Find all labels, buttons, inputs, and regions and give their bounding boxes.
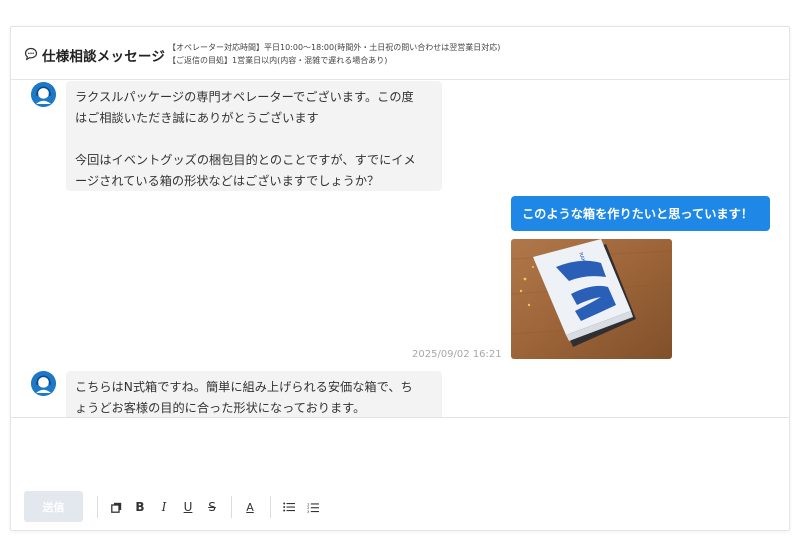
message-composer: 送信 B I U S A 1 2 3	[11, 417, 789, 530]
send-button[interactable]: 送信	[24, 491, 83, 522]
underline-button[interactable]: U	[178, 496, 198, 518]
user-message-bubble: このような箱を作りたいと思っています！	[511, 196, 770, 231]
bold-button[interactable]: B	[130, 496, 150, 518]
operator-avatar	[31, 82, 56, 107]
message-line: ょうどお客様の目的に合った形状になっております。	[75, 401, 366, 415]
message-line: はご相談いただき誠にありがとうございます	[75, 111, 319, 125]
chat-panel: 仕様相談メッセージ 【オペレーター対応時間】平日10:00〜18:00(時間外・…	[10, 26, 790, 531]
message-line: こちらはN式箱ですね。簡単に組み上げられる安価な箱で、ち	[75, 380, 413, 394]
message-timestamp: 2025/09/02 16:21	[412, 349, 502, 360]
operator-hours-text: 【オペレーター対応時間】平日10:00〜18:00(時間外・土日祝の問い合わせは…	[168, 43, 501, 52]
toolbar-divider	[270, 496, 271, 518]
strikethrough-icon: S	[208, 500, 216, 514]
support-hours-info: 【オペレーター対応時間】平日10:00〜18:00(時間外・土日祝の問い合わせは…	[168, 42, 500, 67]
operator-avatar	[31, 371, 56, 396]
reply-estimate-text: 【ご返信の目処】1営業日以内(内容・混雑で遅れる場合あり)	[168, 55, 388, 65]
copy-format-button[interactable]	[106, 496, 126, 518]
box-photo-image: RAKSUL	[511, 239, 672, 359]
toolbar-divider	[97, 496, 98, 518]
bullet-list-icon	[283, 502, 295, 512]
user-attached-photo[interactable]: RAKSUL	[511, 239, 672, 359]
message-line: ラクスルパッケージの専門オペレーターでございます。この度	[75, 90, 414, 104]
message-list[interactable]: ラクスルパッケージの専門オペレーターでございます。この度 はご相談いただき誠にあ…	[11, 81, 789, 417]
operator-avatar-icon	[31, 371, 56, 396]
toolbar-divider	[231, 496, 232, 518]
copy-icon	[110, 502, 121, 513]
underline-icon: U	[183, 500, 193, 514]
chat-header: 仕様相談メッセージ 【オペレーター対応時間】平日10:00〜18:00(時間外・…	[11, 27, 789, 80]
operator-avatar-icon	[31, 82, 56, 107]
numbered-list-button[interactable]: 1 2 3	[303, 496, 323, 518]
bold-icon: B	[135, 500, 145, 514]
operator-message-bubble: こちらはN式箱ですね。簡単に組み上げられる安価な箱で、ち ょうどお客様の目的に合…	[66, 371, 442, 417]
message-line: 今回はイベントグッズの梱包目的とのことですが、すでにイメ	[75, 153, 416, 167]
message-line: ージされている箱の形状などはございますでしょうか？	[75, 174, 380, 188]
font-color-button[interactable]: A	[240, 496, 260, 518]
italic-icon: I	[161, 500, 167, 514]
operator-message-bubble: ラクスルパッケージの専門オペレーターでございます。この度 はご相談いただき誠にあ…	[66, 81, 442, 191]
message-line	[75, 129, 432, 150]
page-title: 仕様相談メッセージ	[42, 49, 166, 65]
font-color-icon: A	[246, 500, 254, 514]
chat-bubble-icon	[24, 47, 38, 61]
message-input[interactable]	[21, 424, 779, 484]
svg-text:3: 3	[307, 509, 310, 513]
numbered-list-icon: 1 2 3	[307, 502, 319, 513]
bullet-list-button[interactable]	[279, 496, 299, 518]
strikethrough-button[interactable]: S	[202, 496, 222, 518]
italic-button[interactable]: I	[154, 496, 174, 518]
